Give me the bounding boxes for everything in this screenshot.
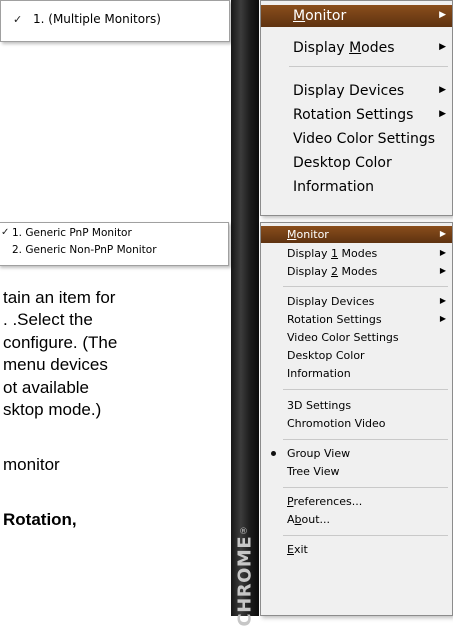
- top-monitor-submenu: ✓ 1. (Multiple Monitors): [0, 0, 230, 42]
- submenu-arrow-icon: ▶: [439, 248, 446, 257]
- menu-item-label: 3D Settings: [287, 399, 352, 412]
- top-context-menu: Monitor ▶ Display Modes ▶ Display Device…: [260, 0, 453, 216]
- menu-item-label: Rotation Settings: [287, 313, 382, 326]
- menu-item-label: Display Modes: [293, 40, 395, 56]
- check-icon: ✓: [13, 13, 23, 26]
- menu-item-desktop-color[interactable]: Desktop Color: [261, 152, 452, 174]
- menu-separator: [283, 286, 448, 287]
- menu-separator: [289, 66, 448, 67]
- chrome-logo: CHROME: [234, 535, 256, 627]
- menu-item-tree-view[interactable]: Tree View: [261, 463, 452, 480]
- menu-item-group-view[interactable]: Group View: [261, 445, 452, 462]
- submenu-item-multiple-monitors[interactable]: ✓ 1. (Multiple Monitors): [1, 11, 229, 29]
- radio-bullet-icon: [271, 451, 276, 456]
- menu-item-label: Desktop Color: [293, 155, 392, 171]
- menu-item-video-color-settings[interactable]: Video Color Settings: [261, 329, 452, 346]
- menu-item-label: Tree View: [287, 465, 340, 478]
- chrome-side-strip: ® CHROME: [231, 0, 259, 627]
- menu-separator: [283, 389, 448, 390]
- menu-item-about[interactable]: About...: [261, 511, 452, 528]
- menu-item-label: Rotation Settings: [293, 107, 414, 123]
- doc-line: configure. (The: [3, 333, 118, 352]
- menu-item-label: Preferences...: [287, 495, 363, 508]
- submenu-item-label: 2. Generic Non-PnP Monitor: [12, 244, 157, 256]
- menu-item-information[interactable]: Information: [261, 176, 452, 198]
- menu-separator: [283, 439, 448, 440]
- menu-item-exit[interactable]: Exit: [261, 541, 452, 558]
- submenu-arrow-icon: ▶: [439, 109, 446, 119]
- bottom-monitor-submenu: ✓ 1. Generic PnP Monitor 2. Generic Non-…: [0, 222, 229, 266]
- menu-item-desktop-color[interactable]: Desktop Color: [261, 347, 452, 364]
- menu-item-display-2-modes[interactable]: Display 2 Modes ▶: [261, 263, 452, 280]
- menu-item-label: Display Devices: [287, 295, 375, 308]
- menu-separator: [283, 535, 448, 536]
- submenu-item-label: 1. Generic PnP Monitor: [12, 227, 132, 239]
- menu-item-video-color-settings[interactable]: Video Color Settings: [261, 128, 452, 150]
- menu-item-display-devices[interactable]: Display Devices ▶: [261, 80, 452, 102]
- menu-item-label: Video Color Settings: [293, 131, 436, 147]
- menu-item-preferences[interactable]: Preferences...: [261, 493, 452, 510]
- menu-item-label: Monitor: [287, 228, 329, 241]
- menu-item-label: Video Color Settings: [287, 331, 399, 344]
- menu-item-information[interactable]: Information: [261, 365, 452, 382]
- doc-line: sktop mode.): [3, 400, 102, 419]
- menu-item-label: About...: [287, 513, 331, 526]
- menu-item-chromotion-video[interactable]: Chromotion Video: [261, 415, 452, 432]
- submenu-arrow-icon: ▶: [439, 10, 446, 20]
- doc-line: tain an item for: [3, 288, 116, 307]
- submenu-item-label: 1. (Multiple Monitors): [33, 12, 161, 26]
- submenu-item-generic-non-pnp[interactable]: 2. Generic Non-PnP Monitor: [0, 243, 228, 260]
- submenu-arrow-icon: ▶: [439, 85, 446, 95]
- menu-item-3d-settings[interactable]: 3D Settings: [261, 397, 452, 414]
- menu-item-label: Group View: [287, 447, 351, 460]
- menu-item-display-modes[interactable]: Display Modes ▶: [261, 37, 452, 59]
- submenu-arrow-icon: ▶: [439, 229, 446, 238]
- menu-item-label: Display Devices: [293, 83, 405, 99]
- submenu-arrow-icon: ▶: [439, 314, 446, 323]
- submenu-arrow-icon: ▶: [439, 42, 446, 52]
- submenu-arrow-icon: ▶: [439, 296, 446, 305]
- menu-item-label: Desktop Color: [287, 349, 365, 362]
- doc-line: ot available: [3, 378, 90, 397]
- menu-item-display-1-modes[interactable]: Display 1 Modes ▶: [261, 245, 452, 262]
- doc-line: menu devices: [3, 355, 108, 374]
- menu-item-label: Information: [287, 367, 351, 380]
- submenu-arrow-icon: ▶: [439, 266, 446, 275]
- doc-line-bold: Rotation,: [3, 510, 77, 529]
- doc-line: monitor: [3, 455, 60, 474]
- menu-item-label: Chromotion Video: [287, 417, 386, 430]
- doc-line: . .Select the: [3, 310, 93, 329]
- bottom-context-menu: Monitor ▶ Display 1 Modes ▶ Display 2 Mo…: [260, 222, 453, 616]
- menu-separator: [283, 487, 448, 488]
- menu-item-label: Monitor: [293, 8, 347, 24]
- menu-item-monitor[interactable]: Monitor ▶: [261, 226, 452, 243]
- submenu-item-generic-pnp[interactable]: ✓ 1. Generic PnP Monitor: [0, 226, 228, 243]
- menu-item-monitor[interactable]: Monitor ▶: [261, 5, 452, 27]
- menu-item-label: Display 1 Modes: [287, 247, 378, 260]
- menu-item-label: Exit: [287, 543, 308, 556]
- menu-item-rotation-settings[interactable]: Rotation Settings ▶: [261, 311, 452, 328]
- menu-item-label: Display 2 Modes: [287, 265, 378, 278]
- menu-item-rotation-settings[interactable]: Rotation Settings ▶: [261, 104, 452, 126]
- check-icon: ✓: [1, 227, 10, 238]
- menu-item-label: Information: [293, 179, 375, 195]
- menu-item-display-devices[interactable]: Display Devices ▶: [261, 293, 452, 310]
